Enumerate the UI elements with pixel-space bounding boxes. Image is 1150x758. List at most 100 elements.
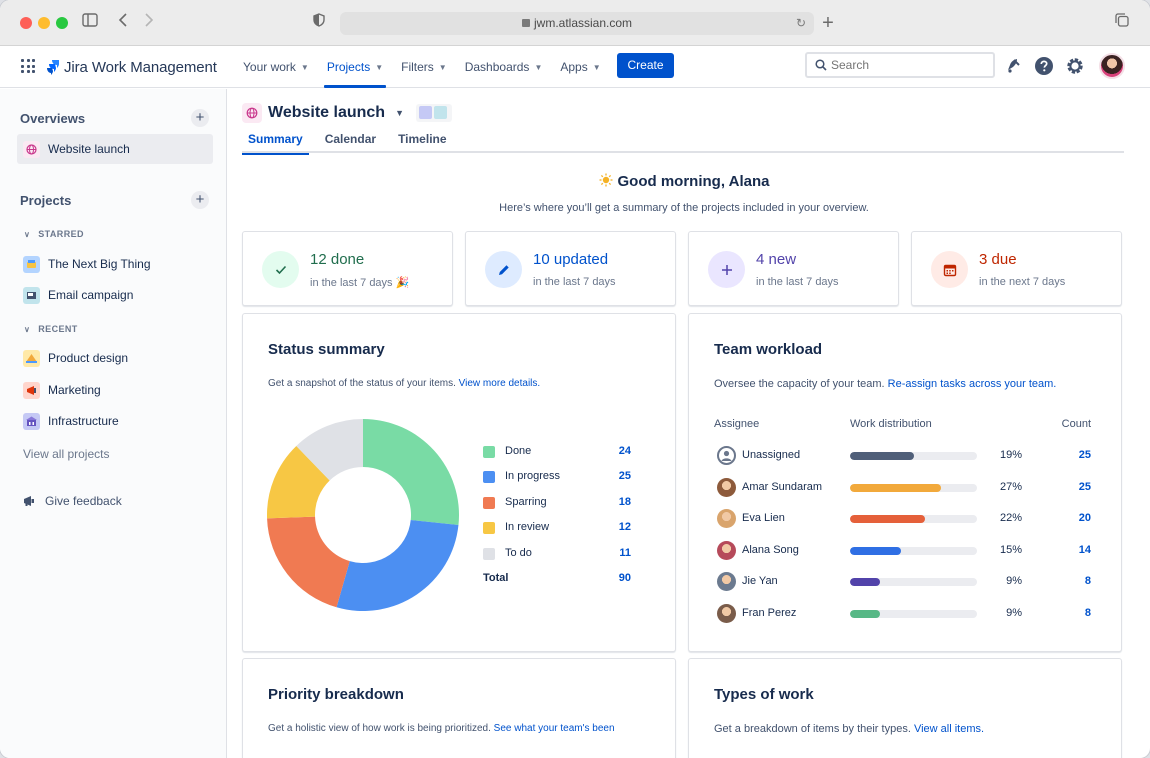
- assignee-count-link[interactable]: 8: [1085, 575, 1091, 587]
- browser-toolbar: jwm.atlassian.com ↻ +: [0, 0, 1150, 46]
- distribution-percent: 9%: [1006, 607, 1022, 619]
- assignee-count-link[interactable]: 8: [1085, 607, 1091, 619]
- help-icon[interactable]: [1033, 55, 1055, 77]
- priority-breakdown-card: Priority breakdown Get a holistic view o…: [242, 658, 676, 758]
- legend-item[interactable]: Sparring 18: [483, 495, 631, 511]
- chevron-down-icon: ∨: [24, 325, 31, 334]
- minimize-window-button[interactable]: [38, 17, 50, 29]
- work-distribution-fill: [850, 546, 901, 555]
- user-avatar[interactable]: [1099, 53, 1125, 79]
- legend-item[interactable]: In progress 25: [483, 469, 631, 485]
- main-content: Website launch ▼ Summary Calendar Timeli…: [228, 89, 1140, 758]
- view-all-projects-link[interactable]: View all projects: [23, 447, 109, 461]
- back-icon[interactable]: [112, 12, 134, 34]
- assignee-name: Eva Lien: [742, 512, 785, 525]
- close-window-button[interactable]: [20, 17, 32, 29]
- stat-card-done[interactable]: 12 done in the last 7 days 🎉: [242, 231, 453, 306]
- sidebar-item-marketing[interactable]: Marketing: [17, 375, 213, 405]
- shield-icon[interactable]: [308, 12, 330, 34]
- assignee-count-link[interactable]: 14: [1079, 544, 1091, 556]
- give-feedback-button[interactable]: Give feedback: [23, 494, 122, 508]
- sidebar-item-the-next-big-thing[interactable]: The Next Big Thing: [17, 249, 213, 279]
- legend-item[interactable]: To do 11: [483, 546, 631, 562]
- recent-section-toggle[interactable]: ∨ RECENT: [24, 324, 78, 334]
- legend-count[interactable]: 18: [619, 496, 631, 508]
- table-row[interactable]: Jie Yan 9% 8: [714, 571, 1091, 593]
- view-all-items-link[interactable]: View all items.: [914, 723, 984, 735]
- sidebar-item-product-design[interactable]: Product design: [17, 343, 213, 373]
- project-switcher-chevron-icon[interactable]: ▼: [395, 108, 404, 118]
- table-row[interactable]: Alana Song 15% 14: [714, 540, 1091, 562]
- starred-section-toggle[interactable]: ∨ STARRED: [24, 229, 84, 239]
- table-row[interactable]: Eva Lien 22% 20: [714, 508, 1091, 530]
- total-count[interactable]: 90: [619, 572, 631, 584]
- nav-apps[interactable]: Apps ▼: [551, 46, 609, 88]
- assignee-count-link[interactable]: 25: [1079, 449, 1091, 461]
- stat-card-new[interactable]: 4 new in the last 7 days: [688, 231, 899, 306]
- legend-item[interactable]: Done 24: [483, 444, 631, 460]
- legend-count[interactable]: 11: [619, 547, 631, 559]
- legend-count[interactable]: 12: [619, 521, 631, 533]
- address-bar[interactable]: jwm.atlassian.com ↻: [340, 12, 814, 35]
- donut-slice-in-progress[interactable]: [336, 520, 459, 611]
- add-overview-button[interactable]: +: [191, 109, 209, 127]
- assignee-count-link[interactable]: 20: [1079, 512, 1091, 524]
- nav-your-work[interactable]: Your work ▼: [234, 46, 318, 88]
- tab-overview-icon[interactable]: [1111, 12, 1133, 34]
- sidebar: Overviews + Website launch Projects + ∨ S…: [0, 89, 227, 758]
- sidebar-toggle-icon[interactable]: [79, 12, 101, 34]
- notifications-icon[interactable]: [1002, 55, 1024, 77]
- search-input[interactable]: [831, 57, 981, 73]
- add-project-button[interactable]: +: [191, 191, 209, 209]
- nav-dashboards[interactable]: Dashboards ▼: [456, 46, 552, 88]
- stat-card-due[interactable]: 3 due in the next 7 days: [911, 231, 1122, 306]
- legend-label: Done: [505, 445, 532, 457]
- product-logo[interactable]: Jira Work Management: [46, 57, 217, 77]
- reassign-tasks-link[interactable]: Re-assign tasks across your team.: [888, 378, 1057, 390]
- assignee-count-link[interactable]: 25: [1079, 481, 1091, 493]
- legend-swatch: [483, 471, 495, 484]
- settings-gear-icon[interactable]: [1064, 55, 1086, 77]
- sidebar-item-label: Infrastructure: [48, 414, 119, 428]
- sidebar-item-infrastructure[interactable]: Infrastructure: [17, 406, 213, 436]
- forward-icon[interactable]: [138, 12, 160, 34]
- maximize-window-button[interactable]: [56, 17, 68, 29]
- create-button[interactable]: Create: [617, 53, 674, 78]
- legend-count[interactable]: 24: [619, 445, 631, 457]
- donut-slice-sparring[interactable]: [267, 516, 350, 608]
- legend-item[interactable]: In review 12: [483, 520, 631, 536]
- stat-card-updated[interactable]: 10 updated in the last 7 days: [465, 231, 676, 306]
- tab-timeline[interactable]: Timeline: [392, 131, 452, 153]
- nav-projects[interactable]: Projects ▼: [318, 46, 392, 88]
- legend-swatch: [483, 446, 495, 458]
- top-navigation: Jira Work Management Your work ▼ Projects…: [0, 46, 1150, 88]
- table-row[interactable]: Amar Sundaram 27% 25: [714, 477, 1091, 499]
- search-box[interactable]: [805, 52, 995, 78]
- chevron-down-icon: ▼: [300, 62, 309, 72]
- work-distribution-bar: [850, 546, 977, 555]
- nav-filters[interactable]: Filters ▼: [392, 46, 456, 88]
- app-switcher-icon[interactable]: [21, 59, 35, 73]
- card-description: Oversee the capacity of your team. Re-as…: [714, 378, 1057, 390]
- linked-projects-badges[interactable]: [415, 104, 452, 122]
- legend-swatch: [483, 522, 495, 535]
- distribution-percent: 22%: [999, 512, 1022, 525]
- project-avatar-icon: [23, 349, 40, 367]
- card-description: Get a snapshot of the status of your ite…: [268, 378, 541, 389]
- table-row[interactable]: Unassigned 19% 25: [714, 445, 1091, 467]
- reload-icon[interactable]: ↻: [796, 12, 806, 35]
- distribution-percent: 9%: [1006, 575, 1022, 588]
- stat-value: 3 due: [979, 251, 1017, 268]
- new-tab-icon[interactable]: +: [817, 12, 839, 34]
- view-more-details-link[interactable]: View more details.: [459, 378, 541, 389]
- sidebar-item-website-launch[interactable]: Website launch: [17, 134, 213, 164]
- sidebar-item-label: Email campaign: [48, 288, 134, 302]
- table-row[interactable]: Fran Perez 9% 8: [714, 603, 1091, 625]
- legend-count[interactable]: 25: [619, 470, 631, 482]
- priority-link[interactable]: See what your team's been: [494, 723, 615, 734]
- tab-calendar[interactable]: Calendar: [319, 131, 382, 153]
- megaphone-icon: [24, 496, 34, 506]
- donut-slice-done[interactable]: [363, 419, 459, 526]
- sidebar-item-email-campaign[interactable]: Email campaign: [17, 280, 213, 310]
- tab-summary[interactable]: Summary: [242, 131, 309, 155]
